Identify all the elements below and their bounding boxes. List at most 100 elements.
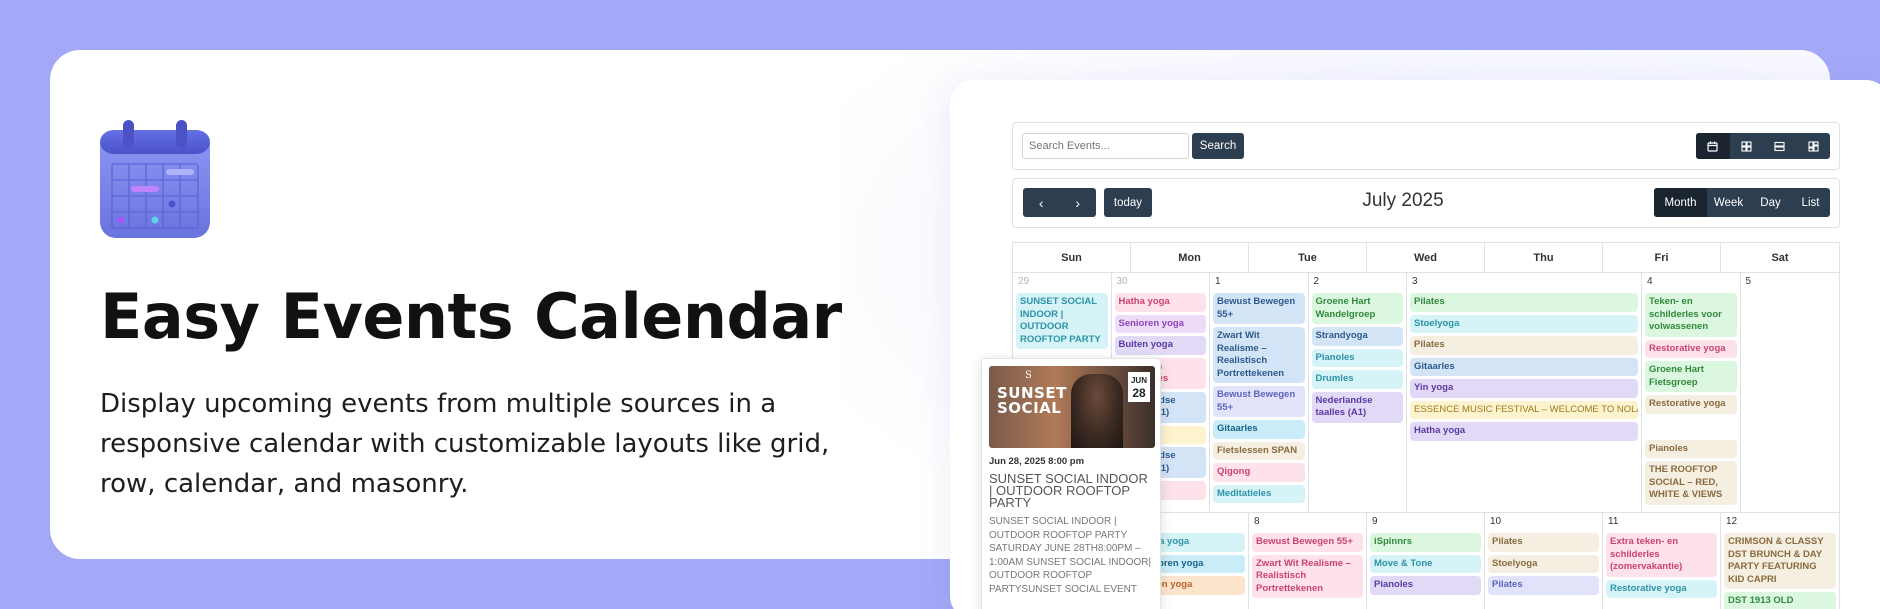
event-item[interactable]: Stoelyoga: [1410, 314, 1638, 333]
day-number: 2: [1313, 276, 1320, 287]
weekday-thu: Thu: [1485, 243, 1603, 272]
weekday-tue: Tue: [1249, 243, 1367, 272]
day-cell[interactable]: 11 Extra teken- en schilderles (zomervaka…: [1603, 513, 1721, 609]
day-number: 8: [1254, 516, 1260, 527]
event-item[interactable]: Pilates: [1488, 533, 1599, 552]
day-number: 3: [1412, 276, 1418, 287]
weekday-fri: Fri: [1603, 243, 1721, 272]
day-cell[interactable]: 12 CRIMSON & CLASSY DST BRUNCH & DAY PART…: [1721, 513, 1839, 609]
nav-group: ‹ ›: [1023, 188, 1096, 217]
weekday-header-row: Sun Mon Tue Wed Thu Fri Sat: [1013, 243, 1839, 273]
event-item[interactable]: ESSENCE MUSIC FESTIVAL – WELCOME TO NOLA…: [1410, 400, 1638, 419]
day-cell[interactable]: 3 Pilates Stoelyoga Pilates Gitaarles Yin yog…: [1407, 273, 1642, 512]
event-item[interactable]: Extra teken- en schilderles (zomervakant…: [1606, 533, 1717, 577]
day-cell[interactable]: 2 Groene Hart Wandelgroep Strandyoga Pianol…: [1309, 273, 1407, 512]
event-item[interactable]: Nederlandse taalles (A1): [1311, 391, 1403, 423]
event-item[interactable]: Hatha yoga: [1114, 293, 1206, 312]
day-number: 11: [1608, 516, 1619, 527]
search-input[interactable]: [1022, 133, 1189, 159]
day-cell[interactable]: 8 Bewust Bewegen 55+ Zwart Wit Realisme – …: [1249, 513, 1367, 609]
event-image-figure: [1071, 374, 1123, 448]
masonry-layout-icon[interactable]: [1797, 133, 1831, 159]
event-image-logo: S: [1025, 370, 1032, 381]
day-cell[interactable]: 10 Pilates Stoelyoga Pilates: [1485, 513, 1603, 609]
grid-layout-icon[interactable]: [1730, 133, 1764, 159]
event-item[interactable]: THE ROOFTOP SOCIAL – RED, WHITE & VIEWS: [1645, 461, 1737, 505]
event-item[interactable]: Qigong: [1213, 463, 1305, 482]
event-item[interactable]: Restorative yoga: [1606, 579, 1717, 598]
event-popup[interactable]: S SUNSET SOCIAL JUN 28 Jun 28, 2025 8:00 p…: [981, 358, 1161, 609]
event-item[interactable]: Buiten yoga: [1114, 336, 1206, 355]
calendar-layout-icon[interactable]: [1696, 133, 1730, 159]
view-day-button[interactable]: Day: [1750, 188, 1791, 217]
weekday-mon: Mon: [1131, 243, 1249, 272]
day-cell[interactable]: 5: [1741, 273, 1840, 512]
next-month-button[interactable]: ›: [1060, 188, 1097, 217]
event-item[interactable]: Senioren yoga: [1114, 314, 1206, 333]
event-item[interactable]: Groene Hart Fietsgroep: [1645, 361, 1737, 392]
event-popup-title[interactable]: SUNSET SOCIAL INDOOR | OUTDOOR ROOFTOP P…: [989, 472, 1153, 509]
event-item[interactable]: Yin yoga: [1410, 379, 1638, 398]
event-item[interactable]: DST 1913 OLD SCHOOL: [1724, 592, 1836, 609]
view-week-button[interactable]: Week: [1707, 188, 1750, 217]
event-popup-date: Jun 28, 2025 8:00 pm: [989, 456, 1085, 467]
calendar-app-icon: [100, 120, 210, 238]
event-item[interactable]: Pilates: [1488, 576, 1599, 595]
search-button[interactable]: Search: [1192, 133, 1244, 159]
hero-title: Easy Events Calendar: [100, 280, 842, 353]
weekday-sun: Sun: [1013, 243, 1131, 272]
layout-switcher: [1696, 133, 1830, 159]
day-number: 9: [1372, 516, 1378, 527]
event-item: [1645, 417, 1737, 437]
event-item[interactable]: CRIMSON & CLASSY DST BRUNCH & DAY PARTY …: [1724, 533, 1836, 589]
event-item[interactable]: Groene Hart Wandelgroep: [1311, 293, 1403, 324]
event-item[interactable]: SUNSET SOCIAL INDOOR | OUTDOOR ROOFTOP P…: [1016, 293, 1108, 349]
event-image-text: SUNSET SOCIAL: [997, 384, 1067, 417]
event-item[interactable]: Restorative yoga: [1645, 395, 1737, 414]
day-number: 4: [1647, 276, 1653, 287]
weekday-sat: Sat: [1771, 251, 1789, 264]
event-item[interactable]: Gitaarles: [1410, 357, 1638, 376]
view-switcher: Month Week Day List: [1654, 188, 1830, 217]
event-item[interactable]: Move & Tone: [1370, 554, 1481, 573]
event-item[interactable]: Pianoles: [1370, 576, 1481, 595]
view-month-button[interactable]: Month: [1654, 188, 1707, 217]
day-cell[interactable]: 4 Teken- en schilderles voor volwassenen R…: [1642, 273, 1741, 512]
event-item[interactable]: Pilates: [1410, 336, 1638, 355]
event-item[interactable]: Stoelyoga: [1488, 554, 1599, 573]
view-list-button[interactable]: List: [1791, 188, 1830, 217]
day-number: 10: [1490, 516, 1502, 527]
hero-description: Display upcoming events from multiple so…: [100, 389, 830, 499]
event-item[interactable]: Meditatieles: [1213, 484, 1305, 503]
day-cell[interactable]: 9 iSpinnrs Move & Tone Pianoles: [1367, 513, 1485, 609]
event-item[interactable]: Bewust Bewegen 55+: [1213, 293, 1305, 324]
event-popup-description: SUNSET SOCIAL INDOOR | OUTDOOR ROOFTOP P…: [989, 516, 1152, 595]
event-item[interactable]: Fietslessen SPAN: [1213, 441, 1305, 460]
event-item[interactable]: Hatha yoga: [1410, 422, 1638, 441]
event-item[interactable]: Zwart Wit Realisme – Realistisch Portret…: [1252, 554, 1363, 598]
event-item[interactable]: Pianoles: [1311, 348, 1403, 367]
day-cell[interactable]: 1 Bewust Bewegen 55+ Zwart Wit Realisme – …: [1210, 273, 1309, 512]
day-number: 5: [1745, 276, 1752, 287]
day-number: 1: [1215, 276, 1221, 287]
day-number: 12: [1726, 516, 1738, 527]
event-item[interactable]: Zwart Wit Realisme – Realistisch Portret…: [1213, 327, 1305, 383]
event-item[interactable]: Strandyoga: [1311, 327, 1403, 346]
event-item[interactable]: Restorative yoga: [1645, 339, 1737, 358]
event-item[interactable]: Pilates: [1410, 293, 1638, 312]
month-title: July 2025: [1362, 190, 1444, 211]
weekday-wed: Wed: [1367, 243, 1485, 272]
event-item[interactable]: Teken- en schilderles voor volwassenen: [1645, 293, 1737, 337]
event-item[interactable]: iSpinnrs: [1370, 533, 1481, 552]
prev-month-button[interactable]: ‹: [1023, 188, 1060, 217]
event-item[interactable]: Drumles: [1311, 370, 1403, 389]
row-layout-icon[interactable]: [1763, 133, 1797, 159]
event-item[interactable]: Gitaarles: [1213, 420, 1305, 439]
event-image-date: JUN 28: [1128, 372, 1150, 402]
event-item[interactable]: Pianoles: [1645, 439, 1737, 458]
event-item[interactable]: Bewust Bewegen 55+: [1213, 386, 1305, 417]
event-item[interactable]: Bewust Bewegen 55+: [1252, 533, 1363, 552]
day-number: 29: [1018, 276, 1030, 287]
today-button[interactable]: today: [1104, 188, 1152, 217]
day-number: 30: [1116, 276, 1128, 287]
